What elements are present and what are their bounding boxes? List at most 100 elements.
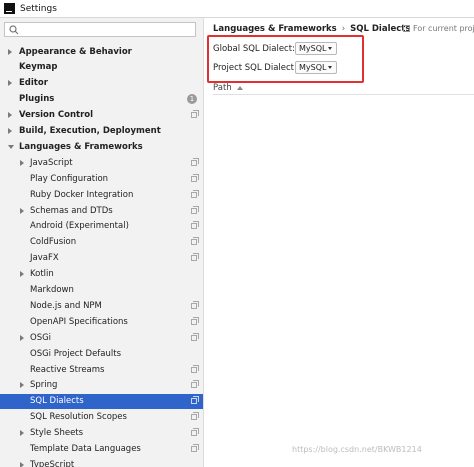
sidebar-item-javafx[interactable]: JavaFX: [0, 251, 203, 266]
sidebar-item-coldfusion[interactable]: ColdFusion: [0, 235, 203, 250]
sidebar-item-style-sheets[interactable]: Style Sheets: [0, 426, 203, 441]
project-scope-icon: [191, 189, 199, 198]
sidebar-item-javascript[interactable]: JavaScript: [0, 155, 203, 170]
sidebar-item-spring[interactable]: Spring: [0, 378, 203, 393]
global-dialect-value: MySQL: [299, 44, 327, 53]
project-scope-icon: [191, 157, 199, 166]
sidebar-item-label: Build, Execution, Deployment: [19, 126, 161, 136]
sidebar-item-label: Ruby Docker Integration: [30, 189, 134, 200]
sidebar-item-label: Schemas and DTDs: [30, 205, 113, 216]
project-scope-icon: [191, 428, 199, 437]
chevron-right-icon[interactable]: [20, 207, 24, 214]
sidebar-item-appearance-behavior[interactable]: Appearance & Behavior: [0, 44, 203, 59]
project-scope-icon: [191, 444, 199, 452]
sidebar-item-label: Play Configuration: [30, 173, 109, 184]
title-bar: Settings: [0, 0, 474, 18]
sidebar-item-label: ColdFusion: [30, 237, 77, 248]
sidebar-item-typescript[interactable]: TypeScript: [0, 457, 203, 467]
sidebar-item-kotlin[interactable]: Kotlin: [0, 267, 203, 282]
search-icon: [9, 24, 19, 34]
sidebar-item-editor[interactable]: Editor: [0, 76, 203, 91]
sidebar-item-android-experimental[interactable]: Android (Experimental): [0, 219, 203, 234]
sidebar-item-osgi-project-defaults[interactable]: OSGi Project Defaults: [0, 346, 203, 361]
sidebar-item-label: Reactive Streams: [30, 364, 105, 375]
sidebar-item-label: TypeScript: [30, 459, 75, 467]
project-dialect-select[interactable]: MySQL: [295, 61, 337, 74]
chevron-right-icon[interactable]: [8, 112, 12, 119]
sidebar-item-play-configuration[interactable]: Play Configuration: [0, 171, 203, 186]
sort-ascending-icon[interactable]: [236, 85, 243, 90]
for-current-project-label: For current proj: [413, 24, 474, 33]
project-icon: [403, 25, 410, 32]
global-dialect-label: Global SQL Dialect:: [213, 43, 295, 54]
sidebar-item-label: Plugins: [19, 94, 55, 105]
chevron-right-icon[interactable]: [8, 128, 12, 134]
sidebar-item-label: Appearance & Behavior: [19, 46, 132, 57]
settings-sidebar: Appearance & Behavior Keymap Editor Plugins…: [0, 18, 204, 467]
sidebar-item-label: Keymap: [19, 62, 58, 73]
sidebar-item-label: Template Data Languages: [30, 444, 141, 454]
sidebar-item-label: OSGi: [30, 332, 52, 343]
breadcrumb-parent[interactable]: Languages & Frameworks: [213, 24, 337, 34]
sidebar-item-label: Node.js and NPM: [30, 300, 102, 311]
chevron-right-icon[interactable]: [8, 48, 12, 55]
project-scope-icon: [191, 110, 199, 119]
sidebar-item-plugins[interactable]: Plugins 1: [0, 92, 203, 107]
sidebar-item-languages-frameworks[interactable]: Languages & Frameworks: [0, 139, 203, 154]
sidebar-item-label: OpenAPI Specifications: [30, 316, 128, 327]
chevron-right-icon[interactable]: [20, 430, 24, 437]
sidebar-item-reactive-streams[interactable]: Reactive Streams: [0, 362, 203, 377]
sidebar-item-version-control[interactable]: Version Control: [0, 108, 203, 123]
sidebar-item-label: Markdown: [30, 285, 74, 295]
project-scope-icon: [191, 316, 199, 325]
project-scope-icon: [191, 221, 199, 230]
sidebar-item-label: JavaScript: [30, 157, 73, 168]
project-scope-icon: [191, 412, 199, 421]
sidebar-item-label: Android (Experimental): [30, 221, 129, 232]
chevron-right-icon[interactable]: [20, 334, 24, 341]
for-current-project-note: For current proj: [403, 24, 474, 33]
sidebar-item-sql-resolution-scopes[interactable]: SQL Resolution Scopes: [0, 410, 203, 425]
project-dialect-row: Project SQL Dialect: MySQL: [213, 60, 337, 75]
project-dialect-label: Project SQL Dialect:: [213, 62, 297, 73]
sidebar-item-build-execution-deployment[interactable]: Build, Execution, Deployment: [0, 124, 203, 139]
chevron-down-icon[interactable]: [8, 144, 14, 149]
sidebar-item-keymap[interactable]: Keymap: [0, 60, 203, 75]
chevron-right-icon[interactable]: [8, 80, 12, 87]
search-input[interactable]: [22, 25, 182, 34]
chevron-down-icon: [328, 66, 332, 69]
sidebar-item-markdown[interactable]: Markdown: [0, 283, 203, 298]
global-dialect-select[interactable]: MySQL: [295, 42, 337, 55]
project-scope-icon: [191, 253, 199, 262]
sidebar-item-template-data-languages[interactable]: Template Data Languages: [0, 442, 203, 457]
sidebar-item-sql-dialects[interactable]: SQL Dialects: [0, 393, 203, 409]
sidebar-item-schemas-and-dtds[interactable]: Schemas and DTDs: [0, 203, 203, 218]
sidebar-item-openapi-specifications[interactable]: OpenAPI Specifications: [0, 314, 203, 329]
chevron-right-icon[interactable]: [20, 461, 24, 467]
sidebar-item-label: Style Sheets: [30, 428, 84, 439]
updates-badge: 1: [187, 94, 197, 105]
watermark: https://blog.csdn.net/BKWB1214: [292, 445, 422, 454]
path-column-header[interactable]: Path: [213, 83, 232, 93]
project-scope-icon: [191, 173, 199, 182]
sidebar-item-label: JavaFX: [30, 253, 59, 264]
chevron-right-icon[interactable]: [20, 271, 24, 278]
chevron-right-icon[interactable]: [20, 382, 24, 389]
sql-dialects-panel: Languages & Frameworks › SQL Dialects For …: [204, 18, 474, 467]
sidebar-item-osgi[interactable]: OSGi: [0, 330, 203, 345]
sidebar-item-label: Version Control: [19, 110, 94, 121]
breadcrumb-separator: ›: [341, 24, 346, 34]
project-scope-icon: [191, 237, 199, 246]
path-table-header[interactable]: Path: [213, 81, 474, 95]
chevron-down-icon: [328, 47, 332, 50]
sidebar-item-ruby-docker-integration[interactable]: Ruby Docker Integration: [0, 187, 203, 202]
sidebar-item-node-js-and-npm[interactable]: Node.js and NPM: [0, 298, 203, 313]
settings-search[interactable]: [4, 22, 196, 37]
window-title: Settings: [20, 3, 57, 14]
project-scope-icon: [191, 380, 199, 389]
chevron-right-icon[interactable]: [20, 159, 24, 166]
global-dialect-row: Global SQL Dialect: MySQL: [213, 41, 337, 56]
app-logo-icon: [4, 3, 15, 14]
project-scope-icon: [191, 364, 199, 373]
breadcrumb-current: SQL Dialects: [350, 24, 411, 34]
